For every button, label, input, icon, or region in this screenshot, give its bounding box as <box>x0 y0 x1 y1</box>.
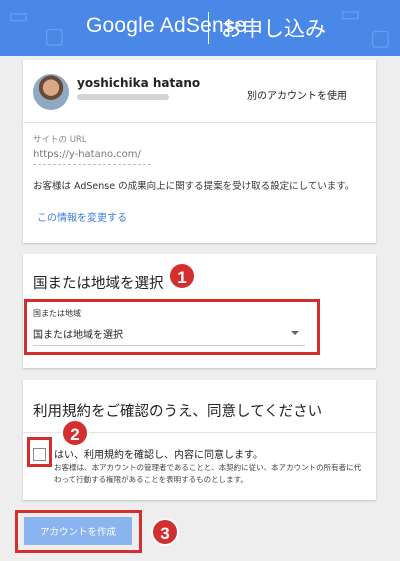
annotation-badge-2: 2 <box>61 419 89 447</box>
site-url-underline <box>33 164 151 165</box>
card-pattern-icon: ▢ <box>370 26 391 51</box>
region-section-title: 国または地域を選択 <box>33 276 164 292</box>
terms-agree-description: お客様は、本アカウントの管理者であることと、本契約に従い、本アカウントの所有者に… <box>54 463 362 484</box>
annotation-box-3 <box>15 510 142 553</box>
card-pattern-icon: ▭ <box>340 2 361 27</box>
switch-account-button[interactable]: 別のアカウントを使用 <box>247 87 347 102</box>
account-name: yoshichika hatano <box>77 76 201 90</box>
card-pattern-icon: ▭ <box>8 4 29 29</box>
terms-agree-label[interactable]: はい、利用規約を確認し、内容に同意します。 <box>54 446 263 461</box>
annotation-box-1 <box>24 299 320 355</box>
account-email-redacted <box>77 94 169 100</box>
divider <box>23 122 376 123</box>
page-header: ▭ ▢ ▭ ▢ Google AdSense お申し込み <box>0 0 400 56</box>
card-pattern-icon: ▢ <box>44 24 65 49</box>
header-divider <box>208 12 209 44</box>
site-url-value: https://y-hatano.com/ <box>33 149 141 160</box>
page-title: お申し込み <box>221 17 326 41</box>
annotation-badge-1: 1 <box>168 262 196 290</box>
site-url-label: サイトの URL <box>33 135 87 145</box>
account-card: yoshichika hatano 別のアカウントを使用 サイトの URL ht… <box>23 60 376 243</box>
annotation-badge-3: 3 <box>151 518 179 546</box>
avatar <box>33 74 69 110</box>
suggestion-notice: お客様は AdSense の成果向上に関する提案を受け取る設定にしています。 <box>33 181 355 192</box>
terms-section-title: 利用規約をご確認のうえ、同意してください <box>33 404 323 420</box>
change-info-link[interactable]: この情報を変更する <box>37 209 127 224</box>
annotation-box-2 <box>27 437 52 467</box>
